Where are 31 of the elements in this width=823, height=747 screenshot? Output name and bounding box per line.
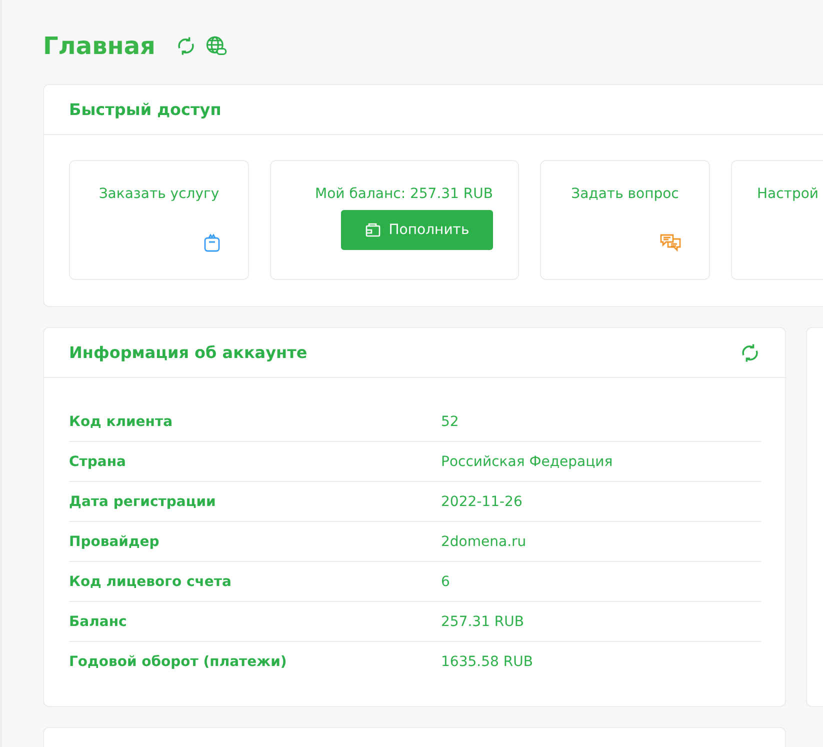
page-title: Главная (43, 32, 156, 60)
tile-label: Задать вопрос (571, 186, 679, 202)
field-value: 2022-11-26 (441, 494, 522, 510)
card-title: Информация об аккаунте (69, 343, 308, 362)
field-value: 52 (441, 414, 459, 430)
field-label: Годовой оборот (платежи) (69, 654, 288, 670)
field-value: 1635.58 RUB (441, 654, 533, 670)
refresh-icon[interactable] (739, 342, 761, 364)
card-title: Быстрый доступ (69, 100, 222, 119)
field-label: Код лицевого счета (69, 574, 232, 590)
field-value: 257.31 RUB (441, 614, 524, 630)
wallet-icon (364, 222, 381, 238)
field-label: Страна (69, 454, 127, 470)
field-value: 2domena.ru (441, 534, 526, 550)
shopping-bag-icon (202, 233, 222, 253)
tile-label: Настрой (757, 186, 819, 202)
field-value: 6 (441, 574, 450, 590)
field-label: Провайдер (69, 534, 160, 550)
globe-icon[interactable] (205, 35, 228, 57)
quick-access-tile[interactable]: Заказать услугу (69, 160, 249, 280)
quick-access-tile[interactable]: Настрой (731, 160, 823, 280)
field-label: Баланс (69, 614, 128, 630)
field-label: Код клиента (69, 414, 174, 430)
chat-icon (659, 233, 683, 253)
tile-label: Мой баланс: 257.31 RUB (315, 186, 493, 202)
top-up-button[interactable]: Пополнить (341, 210, 493, 250)
field-label: Дата регистрации (69, 494, 217, 510)
quick-access-tile[interactable]: Мой баланс: 257.31 RUB Пополнить (270, 160, 519, 280)
tile-label: Заказать услугу (98, 186, 220, 202)
quick-access-tile[interactable]: Задать вопрос (540, 160, 710, 280)
field-value: Российская Федерация (441, 454, 613, 470)
